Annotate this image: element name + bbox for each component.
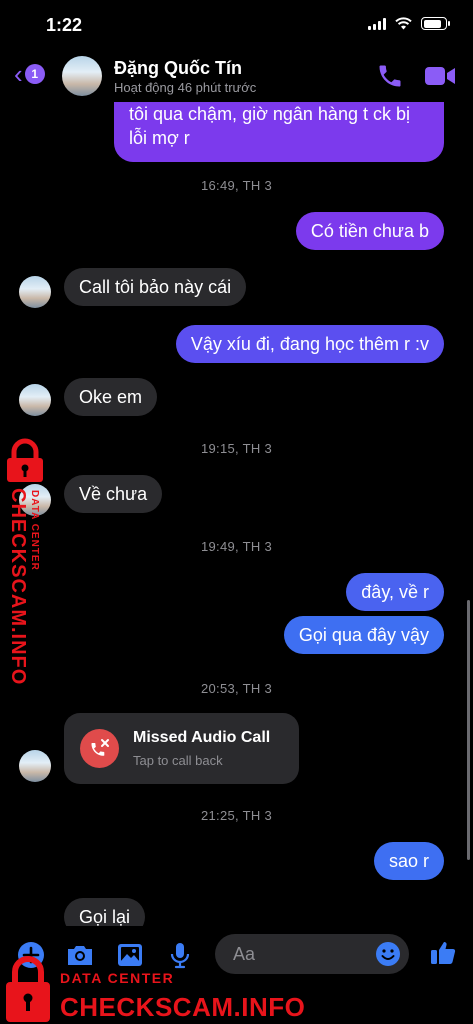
smiley-icon[interactable]: [375, 941, 401, 967]
avatar: [19, 276, 51, 308]
status-time: 1:22: [46, 15, 83, 35]
message-bubble-incoming[interactable]: Về chưa: [64, 475, 163, 513]
timestamp: 20:53, TH 3: [201, 681, 272, 696]
phone-icon[interactable]: [376, 62, 404, 90]
missed-call-subtitle: Tap to call back: [133, 753, 223, 768]
timestamp: 16:49, TH 3: [201, 178, 272, 193]
timestamp: 19:49, TH 3: [201, 539, 272, 554]
watermark-side: CHECKSCAM.INFO DATA CENTER: [2, 438, 48, 685]
timestamp: 19:15, TH 3: [201, 441, 272, 456]
message-bubble-outgoing[interactable]: tôi qua chậm, giờ ngân hàng t ck bị lỗi …: [114, 102, 444, 162]
status-bar: 1:22: [0, 0, 473, 50]
message-bubble-outgoing[interactable]: Gọi qua đây vậy: [283, 616, 444, 654]
active-status: Hoạt động 46 phút trước: [114, 80, 257, 95]
missed-call-title: Missed Audio Call: [133, 729, 271, 746]
message-bubble-incoming[interactable]: Call tôi bảo này cái: [64, 268, 247, 306]
unread-badge: 1: [24, 64, 45, 84]
avatar: [19, 384, 51, 416]
timestamp: 21:25, TH 3: [201, 808, 272, 823]
avatar[interactable]: [62, 56, 102, 96]
message-bubble-outgoing[interactable]: đây, về r: [346, 573, 444, 611]
message-bubble-outgoing[interactable]: Vậy xíu đi, đang học thêm r :v: [175, 325, 444, 363]
watermark-subtext: DATA CENTER: [29, 490, 40, 571]
message-bubble-outgoing[interactable]: Có tiền chưa b: [295, 212, 444, 250]
back-button[interactable]: ‹ 1: [14, 59, 45, 89]
scrollbar[interactable]: [467, 600, 470, 860]
wifi-icon: [395, 17, 412, 30]
conversation-header: ‹ 1 Đặng Quốc Tín Hoạt động 46 phút trướ…: [0, 50, 473, 102]
contact-name[interactable]: Đặng Quốc Tín: [114, 58, 242, 79]
battery-icon: [421, 17, 450, 30]
padlock-icon: [6, 956, 50, 1022]
status-icons: [368, 17, 450, 30]
message-bubble-outgoing[interactable]: sao r: [373, 842, 444, 880]
watermark-bottom: DATA CENTER CHECKSCAM.INFO: [2, 948, 305, 1024]
video-camera-icon[interactable]: [424, 64, 456, 88]
message-bubble-incoming[interactable]: Gọi lại: [64, 898, 146, 926]
watermark-text: CHECKSCAM.INFO: [7, 488, 29, 686]
message-text: lỗi mợ r: [129, 128, 190, 148]
watermark-subtext: DATA CENTER: [60, 970, 175, 986]
missed-call-card[interactable]: Missed Audio Call Tap to call back: [64, 713, 299, 784]
watermark-text: CHECKSCAM.INFO: [60, 992, 306, 1022]
avatar: [19, 750, 51, 782]
thumbs-up-icon[interactable]: [428, 938, 458, 968]
padlock-icon: [7, 438, 43, 482]
chevron-left-icon: ‹: [14, 59, 23, 89]
message-list[interactable]: tôi qua chậm, giờ ngân hàng t ck bị lỗi …: [0, 102, 473, 926]
cellular-signal-icon: [368, 17, 386, 30]
missed-call-icon: [80, 729, 119, 768]
message-bubble-incoming[interactable]: Oke em: [64, 378, 158, 416]
message-text: tôi qua chậm, giờ ngân hàng t ck bị: [129, 104, 410, 124]
